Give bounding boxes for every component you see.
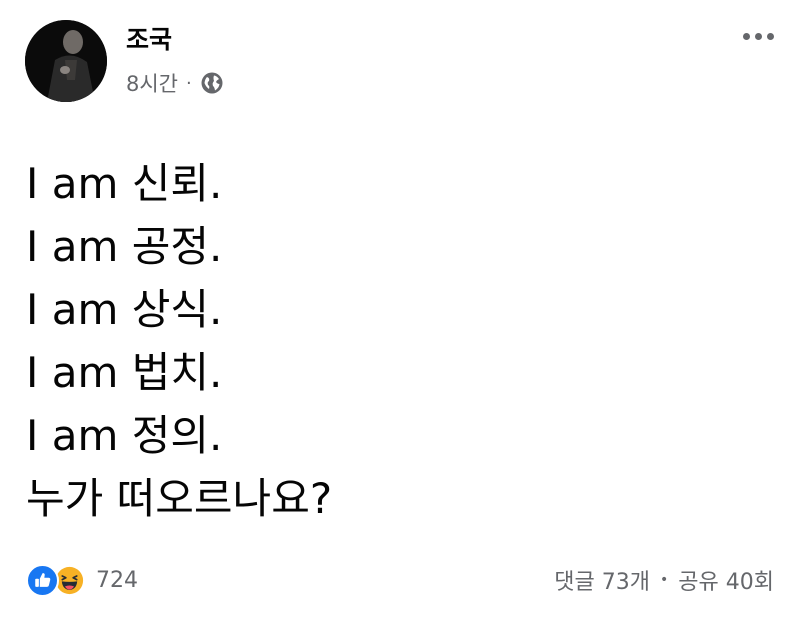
shares-count-link[interactable]: 공유 40회 bbox=[678, 564, 774, 596]
comments-count-link[interactable]: 댓글 73개 bbox=[554, 564, 650, 596]
globe-icon[interactable] bbox=[200, 71, 224, 95]
more-options-button[interactable] bbox=[738, 22, 778, 50]
reactions-summary[interactable]: 724 bbox=[26, 562, 138, 598]
post-text: I am 신뢰. I am 공정. I am 상식. I am 법치. I am… bbox=[26, 152, 332, 530]
avatar[interactable] bbox=[25, 20, 107, 102]
stats-separator: • bbox=[660, 572, 669, 588]
post-line: I am 상식. bbox=[26, 285, 223, 334]
post-time[interactable]: 8시간 bbox=[126, 68, 178, 98]
avatar-photo bbox=[25, 20, 107, 102]
more-dot-icon bbox=[766, 32, 774, 40]
facebook-post: 조국 8시간 · I am 신뢰. I am 공정. I am 상식. I am… bbox=[0, 0, 800, 620]
more-dot-icon bbox=[742, 32, 750, 40]
post-meta: 8시간 · bbox=[126, 68, 224, 98]
like-icon bbox=[26, 563, 59, 597]
post-line: I am 신뢰. bbox=[26, 159, 223, 208]
more-dot-icon bbox=[754, 32, 762, 40]
author-name[interactable]: 조국 bbox=[126, 24, 172, 56]
post-line: I am 정의. bbox=[26, 411, 223, 460]
post-stats: 댓글 73개 • 공유 40회 bbox=[554, 562, 774, 598]
meta-separator: · bbox=[186, 72, 192, 94]
post-line: I am 공정. bbox=[26, 222, 223, 271]
reaction-count: 724 bbox=[96, 567, 138, 593]
post-line: I am 법치. bbox=[26, 348, 223, 397]
post-line: 누가 떠오르나요? bbox=[26, 474, 333, 523]
